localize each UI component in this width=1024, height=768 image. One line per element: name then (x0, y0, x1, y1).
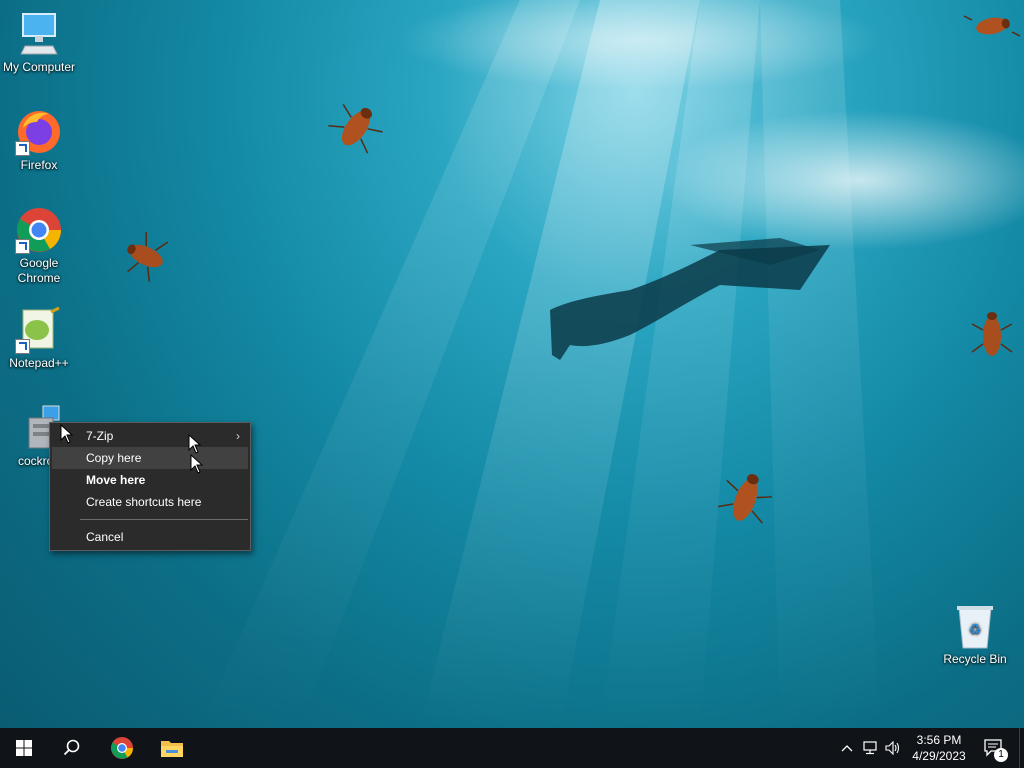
chrome-icon (15, 206, 63, 254)
desktop-icon-label: Recycle Bin (943, 652, 1007, 666)
shortcut-overlay-icon (15, 141, 30, 156)
search-icon (63, 739, 80, 756)
menu-item-cancel[interactable]: Cancel (52, 526, 248, 548)
chevron-up-icon (841, 745, 853, 752)
taskbar-clock[interactable]: 3:56 PM 4/29/2023 (904, 732, 974, 764)
menu-item-label: Create shortcuts here (86, 495, 202, 509)
cockroach-sprite (127, 231, 169, 282)
desktop-icon-label: Google Chrome (17, 256, 61, 285)
menu-item-label: Copy here (86, 451, 142, 465)
mouse-cursor-icon (190, 454, 204, 474)
shortcut-overlay-icon (15, 239, 30, 254)
desktop-icon-label: My Computer (2, 60, 76, 74)
desktop-icon-label: Firefox (20, 158, 58, 172)
svg-text:♻: ♻ (969, 622, 982, 638)
menu-item-copy-here[interactable]: Copy here (52, 447, 248, 469)
cockroach-sprite (718, 474, 773, 524)
network-icon (863, 741, 877, 755)
mouse-cursor-icon (60, 424, 74, 444)
notepadpp-icon (15, 306, 63, 354)
cockroach-sprite (971, 312, 1013, 356)
menu-item-create-shortcuts-here[interactable]: Create shortcuts here (52, 491, 248, 513)
desktop-icon-google-chrome[interactable]: Google Chrome (0, 206, 78, 286)
speaker-icon (885, 741, 900, 755)
start-button[interactable] (0, 728, 48, 768)
taskbar-file-explorer-button[interactable] (148, 728, 196, 768)
cockroach-sprite (963, 15, 1021, 37)
volume-button[interactable] (882, 728, 904, 768)
action-center-button[interactable]: 1 (978, 728, 1010, 768)
cockroach-sprite (328, 104, 383, 154)
show-hidden-icons-button[interactable] (836, 728, 858, 768)
menu-item-move-here[interactable]: Move here (52, 469, 248, 491)
clock-time: 3:56 PM (916, 733, 962, 747)
menu-separator (80, 519, 248, 520)
firefox-icon (15, 108, 63, 156)
start-icon (16, 740, 32, 756)
chrome-icon (111, 737, 133, 759)
drag-drop-context-menu: 7-Zip › Copy here Move here Create short… (49, 422, 251, 551)
taskbar-chrome-button[interactable] (98, 728, 146, 768)
computer-icon (15, 10, 63, 58)
taskbar: 3:56 PM 4/29/2023 1 (0, 728, 1024, 768)
desktop-icon-my-computer[interactable]: My Computer (0, 10, 78, 75)
menu-item-7zip[interactable]: 7-Zip › (52, 425, 248, 447)
shortcut-overlay-icon (15, 339, 30, 354)
search-button[interactable] (48, 728, 96, 768)
recycle-bin-icon: ♻ (951, 602, 999, 650)
mouse-cursor-icon (188, 434, 202, 454)
file-explorer-icon (161, 741, 183, 757)
menu-item-label: 7-Zip (86, 429, 114, 443)
network-button[interactable] (860, 728, 882, 768)
notification-count-badge: 1 (994, 748, 1008, 762)
chevron-right-icon: › (236, 429, 240, 443)
show-desktop-button[interactable] (1019, 728, 1024, 768)
desktop[interactable]: My Computer Firefox Google Chrome Notepa… (0, 0, 1024, 728)
desktop-icon-notepadpp[interactable]: Notepad++ (0, 306, 78, 371)
desktop-icon-label: Notepad++ (9, 356, 69, 370)
menu-item-label: Cancel (86, 530, 124, 544)
desktop-icon-firefox[interactable]: Firefox (0, 108, 78, 173)
clock-date: 4/29/2023 (912, 749, 966, 763)
menu-item-label: Move here (86, 473, 146, 487)
desktop-icon-recycle-bin[interactable]: ♻ Recycle Bin (936, 602, 1014, 667)
